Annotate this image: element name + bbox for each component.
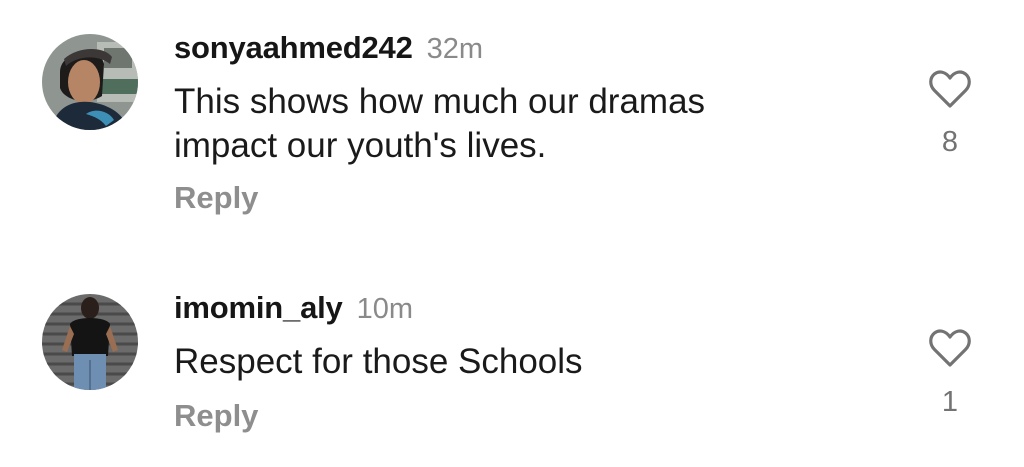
comment-item: imomin_aly 10m Respect for those Schools…	[0, 240, 1024, 467]
like-button[interactable]	[926, 327, 974, 369]
like-button[interactable]	[926, 68, 974, 110]
comment-text-line: This shows how much our dramas	[174, 82, 706, 121]
comment-timestamp: 10m	[356, 293, 413, 325]
reply-button[interactable]: Reply	[174, 180, 258, 216]
comment-username[interactable]: sonyaahmed242	[174, 30, 413, 66]
comment-username[interactable]: imomin_aly	[174, 290, 343, 326]
like-count: 8	[941, 126, 959, 158]
like-count: 1	[941, 386, 959, 418]
comment-header: sonyaahmed242 32m	[174, 30, 483, 66]
comment-text: This shows how much our dramas impact ou…	[174, 80, 874, 168]
comment-text-line: impact our youth's lives.	[174, 126, 547, 165]
comment-header: imomin_aly 10m	[174, 290, 413, 326]
comment-timestamp: 32m	[426, 33, 484, 65]
reply-button[interactable]: Reply	[174, 398, 258, 434]
comment-text-line: Respect for those Schools	[174, 342, 583, 381]
avatar[interactable]	[42, 294, 138, 390]
comment-text: Respect for those Schools	[174, 340, 874, 384]
heart-outline-icon	[929, 329, 971, 367]
avatar[interactable]	[42, 34, 138, 130]
comment-item: sonyaahmed242 32m This shows how much ou…	[0, 0, 1024, 240]
heart-outline-icon	[929, 70, 971, 108]
